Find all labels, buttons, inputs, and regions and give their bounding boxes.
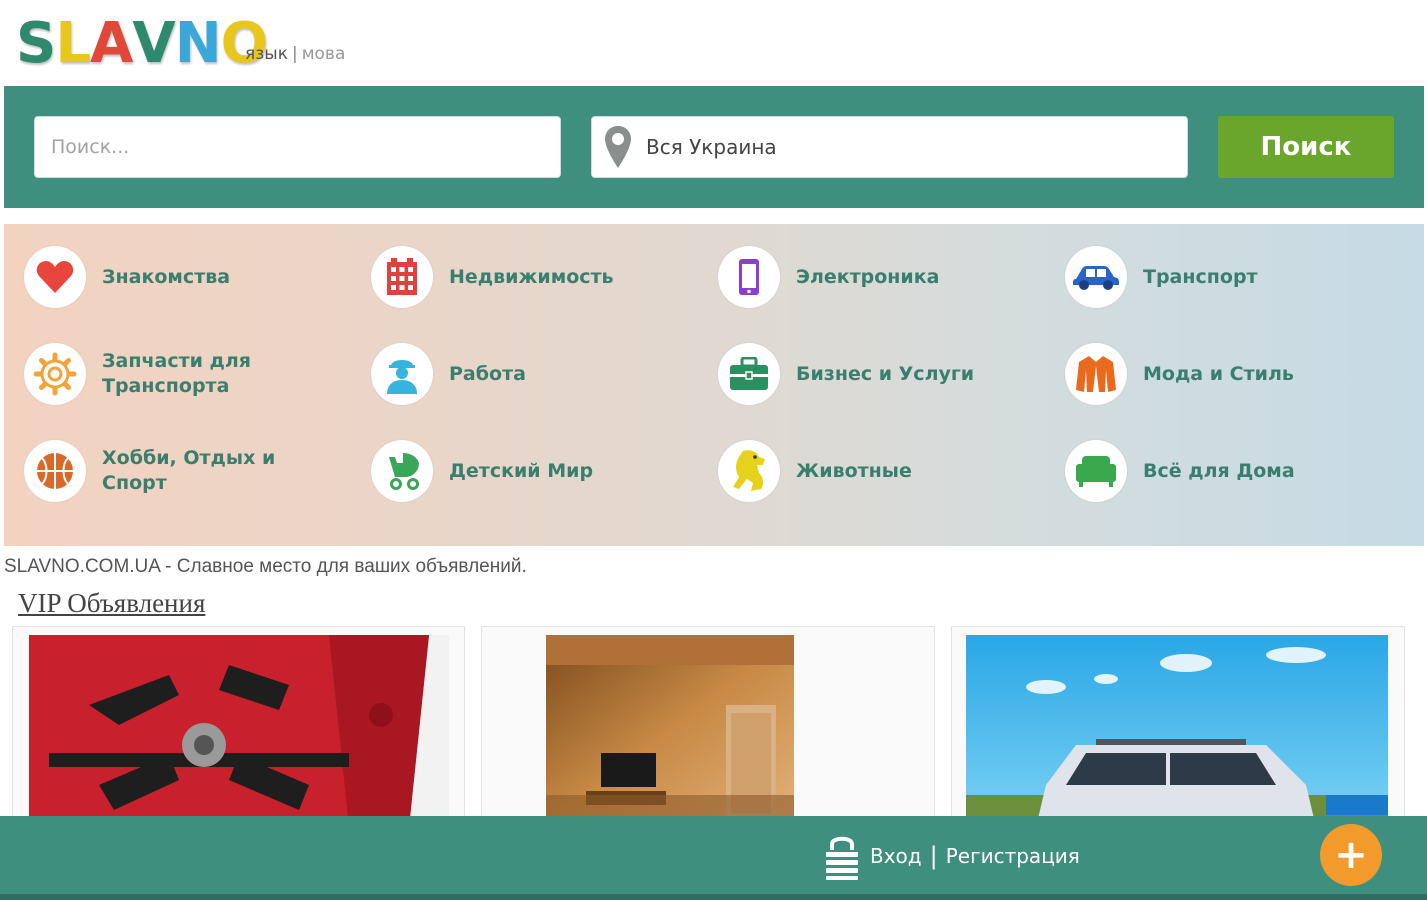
site-tagline: SLAVNO.COM.UA - Славное место для ваших … xyxy=(4,556,527,577)
login-link[interactable]: Вход xyxy=(870,844,922,868)
category-electronics[interactable]: Электроника xyxy=(718,244,1036,310)
auth-divider: | xyxy=(929,842,938,870)
search-bar: Вся Украина Поиск xyxy=(4,86,1424,208)
category-label: Работа xyxy=(449,362,526,385)
category-transport[interactable]: Транспорт xyxy=(1065,244,1383,310)
vip-card-image[interactable] xyxy=(546,635,794,825)
category-realty[interactable]: Недвижимость xyxy=(371,244,689,310)
header: SLAVNO язык | мова xyxy=(0,0,1427,86)
lang-ru-link[interactable]: язык xyxy=(245,44,288,64)
language-switcher: язык | мова xyxy=(245,44,345,64)
category-jobs[interactable]: Работа xyxy=(371,341,689,407)
jacket-icon xyxy=(1065,343,1127,405)
category-hobby[interactable]: Хобби, Отдых и Спорт xyxy=(24,438,342,504)
categories-panel: Знакомства Недвижимость Электроника Тран… xyxy=(4,224,1424,546)
category-label: Животные xyxy=(796,459,912,482)
vip-card[interactable] xyxy=(481,626,935,826)
category-label: Запчасти для Транспорта xyxy=(102,350,251,397)
category-label: Бизнес и Услуги xyxy=(796,362,975,385)
category-label: Всё для Дома xyxy=(1143,459,1295,482)
category-label: Недвижимость xyxy=(449,265,614,288)
bottom-bar: Вход | Регистрация + xyxy=(0,816,1427,900)
lock-icon xyxy=(822,830,862,882)
vip-ads-link[interactable]: VIP Объявления xyxy=(18,588,205,619)
category-kids[interactable]: Детский Мир xyxy=(371,438,689,504)
logo-letter: V xyxy=(132,11,175,76)
search-input[interactable] xyxy=(34,116,561,178)
category-label: Знакомства xyxy=(102,265,231,288)
briefcase-icon xyxy=(718,343,780,405)
logo-letter: N xyxy=(174,11,222,76)
vip-card[interactable] xyxy=(951,626,1405,826)
category-fashion[interactable]: Мода и Стиль xyxy=(1065,341,1383,407)
register-link[interactable]: Регистрация xyxy=(946,844,1080,868)
lang-ua-link[interactable]: мова xyxy=(302,44,346,64)
logo-letter: L xyxy=(55,11,91,76)
smartphone-icon xyxy=(718,246,780,308)
dog-icon xyxy=(718,440,780,502)
category-animals[interactable]: Животные xyxy=(718,438,1036,504)
map-pin-icon xyxy=(598,116,638,178)
category-parts[interactable]: Запчасти для Транспорта xyxy=(24,341,342,407)
logo-letter: S xyxy=(16,11,56,76)
location-select[interactable]: Вся Украина xyxy=(591,116,1188,178)
category-label: Транспорт xyxy=(1143,265,1258,288)
category-label: Мода и Стиль xyxy=(1143,362,1294,385)
category-dating[interactable]: Знакомства xyxy=(24,244,342,310)
category-label: Детский Мир xyxy=(449,459,594,482)
logo-letter: A xyxy=(90,11,133,76)
category-label: Хобби, Отдых и Спорт xyxy=(102,447,276,494)
category-label: Электроника xyxy=(796,265,940,288)
auth-links: Вход | Регистрация xyxy=(822,830,1080,882)
category-business[interactable]: Бизнес и Услуги xyxy=(718,341,1036,407)
heart-icon xyxy=(24,246,86,308)
vip-card-image[interactable] xyxy=(29,635,449,825)
stroller-icon xyxy=(371,440,433,502)
car-icon xyxy=(1065,246,1127,308)
vip-card[interactable] xyxy=(12,626,465,826)
site-logo[interactable]: SLAVNO xyxy=(16,8,268,76)
worker-icon xyxy=(371,343,433,405)
building-icon xyxy=(371,246,433,308)
basketball-icon xyxy=(24,440,86,502)
location-value: Вся Украина xyxy=(646,135,777,159)
category-home[interactable]: Всё для Дома xyxy=(1065,438,1383,504)
add-listing-button[interactable]: + xyxy=(1320,824,1382,886)
lang-separator: | xyxy=(291,44,298,64)
sofa-icon xyxy=(1065,440,1127,502)
gear-icon xyxy=(24,343,86,405)
search-button[interactable]: Поиск xyxy=(1218,116,1394,178)
vip-card-image[interactable] xyxy=(966,635,1388,825)
